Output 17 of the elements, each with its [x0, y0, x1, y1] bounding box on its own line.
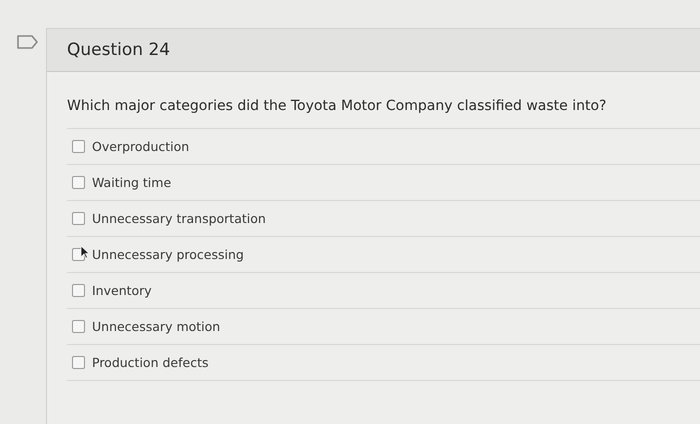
- checkbox[interactable]: [72, 212, 85, 225]
- answer-option[interactable]: Waiting time: [67, 165, 700, 201]
- answer-option[interactable]: Unnecessary motion: [67, 309, 700, 345]
- checkbox[interactable]: [72, 284, 85, 297]
- answer-option[interactable]: Unnecessary processing: [67, 237, 700, 273]
- checkbox[interactable]: [72, 320, 85, 333]
- answer-option[interactable]: Inventory: [67, 273, 700, 309]
- flag-icon[interactable]: [17, 35, 39, 49]
- checkbox[interactable]: [72, 356, 85, 369]
- answer-option[interactable]: Overproduction: [67, 129, 700, 165]
- question-title: Question 24: [67, 40, 170, 60]
- mouse-pointer-icon: [80, 245, 90, 259]
- question-text: Which major categories did the Toyota Motor Company classified waste into?: [67, 98, 608, 114]
- checkbox[interactable]: [72, 176, 85, 189]
- answer-option[interactable]: Unnecessary transportation: [67, 201, 700, 237]
- checkbox[interactable]: [72, 140, 85, 153]
- answer-option[interactable]: Production defects: [67, 345, 700, 381]
